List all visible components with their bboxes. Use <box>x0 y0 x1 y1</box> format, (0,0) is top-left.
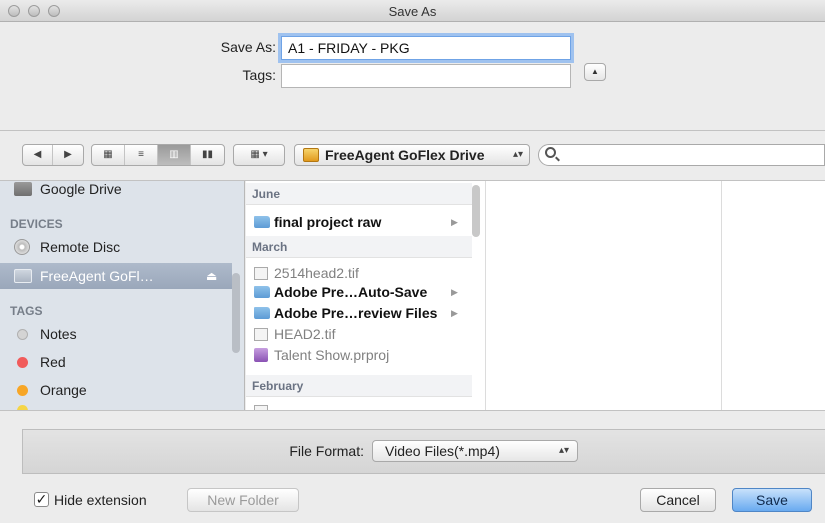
search-icon <box>545 147 556 158</box>
drive-icon <box>14 182 32 196</box>
list-item[interactable]: Adobe Pre…Auto-Save ▶ <box>246 282 472 302</box>
sidebar: Google Drive DEVICES Remote Disc FreeAge… <box>0 181 245 410</box>
file-column: June final project raw ▶ March 2514head2… <box>246 181 486 410</box>
cancel-button[interactable]: Cancel <box>640 488 716 512</box>
new-folder-button[interactable]: New Folder <box>187 488 299 512</box>
window-title: Save As <box>388 4 437 19</box>
icon-view-button[interactable]: ▦ <box>92 145 125 165</box>
document-icon <box>254 267 268 280</box>
sidebar-item-google-drive[interactable]: Google Drive <box>0 181 232 201</box>
list-item[interactable]: HEAD2.tif <box>246 324 472 344</box>
save-button[interactable]: Save <box>732 488 812 512</box>
folder-icon <box>254 307 270 319</box>
collapse-dialog-button[interactable]: ▲ <box>584 63 606 81</box>
file-column <box>486 181 722 410</box>
list-item[interactable]: Adobe Pre…review Files ▶ <box>246 303 472 323</box>
save-as-label: Save As: <box>220 39 276 55</box>
drive-icon <box>303 148 319 162</box>
divider <box>0 410 825 411</box>
title-bar: Save As <box>0 0 825 22</box>
search-field[interactable] <box>538 144 825 166</box>
sidebar-item-tag-notes[interactable]: Notes <box>0 322 232 346</box>
list-item[interactable]: Talent Show.prproj <box>246 345 472 365</box>
tags-label: Tags: <box>242 67 276 83</box>
tag-dot-icon <box>17 385 28 396</box>
sidebar-item-label: Notes <box>40 326 77 342</box>
popup-arrows-icon: ▴▾ <box>558 445 569 456</box>
group-header: March <box>246 236 472 258</box>
premiere-project-icon <box>254 348 268 362</box>
sidebar-scrollbar[interactable] <box>232 273 240 353</box>
item-label: Adobe Pre…Auto-Save <box>274 284 428 300</box>
tags-field[interactable] <box>281 64 571 88</box>
list-item[interactable]: final project raw ▶ <box>246 212 472 232</box>
sidebar-item-tag-red[interactable]: Red <box>0 350 232 374</box>
hide-extension-checkbox[interactable]: ✓ <box>34 492 49 507</box>
tag-dot-icon <box>17 357 28 368</box>
folder-icon <box>254 286 270 298</box>
chevron-right-icon: ▶ <box>451 308 458 318</box>
arrange-button[interactable]: ▦ ▾ <box>234 145 284 165</box>
column-view-button[interactable]: ▥ <box>158 145 191 165</box>
item-label: HEAD2.tif <box>274 326 336 342</box>
group-header: June <box>246 183 472 205</box>
file-column <box>722 181 825 410</box>
sidebar-item-label: FreeAgent GoFl… <box>40 268 154 284</box>
sidebar-item-freeagent[interactable]: FreeAgent GoFl… ⏏ <box>0 263 232 289</box>
document-icon <box>254 328 268 341</box>
file-format-select[interactable]: Video Files(*.mp4) ▴▾ <box>372 440 578 462</box>
sidebar-item-tag-orange[interactable]: Orange <box>0 378 232 402</box>
file-format-label: File Format: <box>289 443 364 459</box>
item-label: Adobe Pre…review Files <box>274 305 438 321</box>
item-label: 2514head2.tif <box>274 265 359 281</box>
list-item[interactable]: 2514head2.tif <box>246 263 472 283</box>
coverflow-view-button[interactable]: ▮▮ <box>191 145 224 165</box>
sidebar-item-label: Red <box>40 354 66 370</box>
list-item[interactable] <box>246 401 472 410</box>
chevron-right-icon: ▶ <box>451 217 458 227</box>
external-drive-icon <box>14 269 32 283</box>
sidebar-item-label: Remote Disc <box>40 239 121 255</box>
popup-arrows-icon: ▴▾ <box>512 149 523 160</box>
eject-icon[interactable]: ⏏ <box>206 263 217 289</box>
item-label: Talent Show.prproj <box>274 347 390 363</box>
location-popup[interactable]: FreeAgent GoFlex Drive ▴▾ <box>294 144 530 166</box>
tag-dot-icon <box>17 329 28 340</box>
group-header: February <box>246 375 472 397</box>
chevron-right-icon: ▶ <box>451 287 458 297</box>
folder-icon <box>254 216 270 228</box>
list-view-button[interactable]: ≡ <box>125 145 158 165</box>
forward-button[interactable]: ▶ <box>53 145 83 165</box>
disc-icon <box>14 239 30 255</box>
save-as-field[interactable] <box>281 36 571 60</box>
location-label: FreeAgent GoFlex Drive <box>325 147 485 163</box>
sidebar-item-remote-disc[interactable]: Remote Disc <box>0 235 232 259</box>
tags-header: TAGS <box>10 304 43 318</box>
item-label: final project raw <box>274 214 382 230</box>
sidebar-item-label: Orange <box>40 382 87 398</box>
sidebar-item-label: Google Drive <box>40 181 122 197</box>
devices-header: DEVICES <box>10 217 63 231</box>
hide-extension-label: Hide extension <box>54 492 147 508</box>
arrange-control: ▦ ▾ <box>233 144 285 166</box>
file-format-value: Video Files(*.mp4) <box>385 443 500 459</box>
back-forward-control: ◀ ▶ <box>22 144 84 166</box>
back-button[interactable]: ◀ <box>23 145 53 165</box>
view-mode-control: ▦ ≡ ▥ ▮▮ <box>91 144 225 166</box>
column-scrollbar[interactable] <box>472 185 480 237</box>
